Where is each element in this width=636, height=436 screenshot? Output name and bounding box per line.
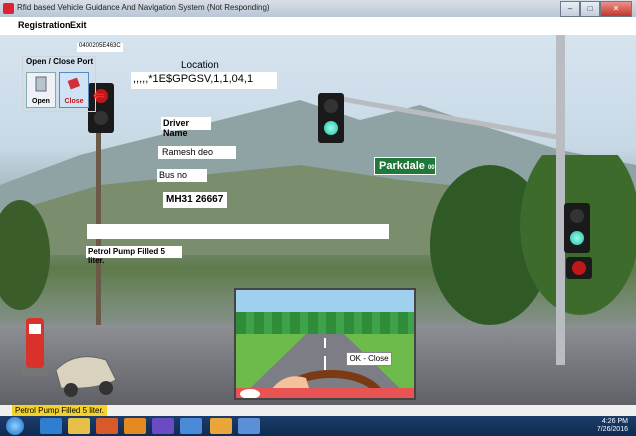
signal-pole <box>556 35 565 365</box>
close-port-button[interactable]: Close <box>59 72 89 108</box>
green-lamp <box>570 231 584 245</box>
location-value: ,,,,,*1E$GPGSV,1,1,04,1 <box>133 73 254 85</box>
lamp <box>570 209 584 223</box>
trees-right <box>430 155 636 325</box>
bus-no-field[interactable]: MH31 26667 <box>163 192 227 208</box>
port-group-title: Open / Close Port <box>26 57 94 66</box>
ie-icon[interactable] <box>40 418 62 434</box>
firefox-icon[interactable] <box>124 418 146 434</box>
green-lamp <box>324 121 338 135</box>
status-text: Petrol Pump Filled 5 liter. <box>12 405 107 416</box>
tray-date: 7/26/2016 <box>596 426 628 433</box>
traffic-light-center <box>318 93 344 143</box>
bus-no-label: Bus no <box>159 170 188 180</box>
status-strip: Petrol Pump Filled 5 liter. <box>0 405 636 416</box>
menu-bar: Registration Exit <box>0 17 636 35</box>
driver-name-value: Ramesh deo <box>162 147 214 157</box>
start-button[interactable] <box>6 417 24 435</box>
network-icon[interactable] <box>180 418 202 434</box>
minimize-button[interactable]: – <box>560 1 580 17</box>
traffic-light-right <box>564 203 590 253</box>
taskbar: 4:26 PM 7/26/2016 <box>0 416 636 436</box>
lamp <box>94 111 108 125</box>
system-tray[interactable]: 4:26 PM 7/26/2016 <box>597 418 628 434</box>
lamp <box>324 99 338 113</box>
traffic-light-small <box>566 257 592 279</box>
message-box: Petrol Pump Filled 5 liter. <box>86 246 182 265</box>
tag-id-box: 0400205E463C <box>77 43 123 52</box>
close-window-button[interactable]: ✕ <box>600 1 632 17</box>
folder-icon[interactable] <box>68 418 90 434</box>
window-title: Rfid based Vehicle Guidance And Navigati… <box>17 3 270 12</box>
eraser-icon <box>67 77 81 90</box>
driver-name-label: Driver Name <box>163 118 190 138</box>
window-taskbar-icon[interactable] <box>238 418 260 434</box>
driver-label-box: Driver Name <box>161 117 211 138</box>
driving-dialog <box>234 288 416 400</box>
menu-exit[interactable]: Exit <box>70 20 87 30</box>
petrol-pump-illustration <box>22 318 117 397</box>
dialog-trees <box>236 312 414 334</box>
tag-id: 0400205E463C <box>79 43 121 49</box>
port-icon <box>35 76 47 92</box>
menu-registration[interactable]: Registration <box>18 20 71 30</box>
title-bar: Rfid based Vehicle Guidance And Navigati… <box>0 0 636 18</box>
bus-no-value: MH31 26667 <box>166 194 224 205</box>
arrow-left-icon: ⇐ <box>93 87 105 103</box>
street-sign-name: Parkdale <box>379 160 425 172</box>
visual-studio-icon[interactable] <box>152 418 174 434</box>
tree-left <box>0 200 50 310</box>
location-label: Location <box>181 60 219 71</box>
street-sign: Parkdale 00 <box>374 157 436 175</box>
driver-name-field[interactable]: Ramesh deo <box>158 146 236 159</box>
app-icon <box>3 3 14 14</box>
bus-label-box: Bus no <box>157 169 207 182</box>
maximize-button[interactable]: □ <box>580 1 600 17</box>
open-port-label: Open <box>32 98 50 105</box>
app-taskbar-icon[interactable] <box>210 418 232 434</box>
tray-time: 4:26 PM <box>601 418 628 425</box>
window-controls: – □ ✕ <box>560 1 632 17</box>
close-port-label: Close <box>64 98 84 105</box>
location-field[interactable]: ,,,,,*1E$GPGSV,1,1,04,1 <box>131 72 277 89</box>
red-lamp <box>572 261 586 275</box>
ok-close-button[interactable]: OK - Close <box>346 352 392 366</box>
street-sign-block: 00 <box>427 165 435 171</box>
message-text: Petrol Pump Filled 5 liter. <box>88 247 165 265</box>
media-icon[interactable] <box>96 418 118 434</box>
open-port-button[interactable]: Open <box>26 72 56 108</box>
message-bar <box>87 224 389 239</box>
